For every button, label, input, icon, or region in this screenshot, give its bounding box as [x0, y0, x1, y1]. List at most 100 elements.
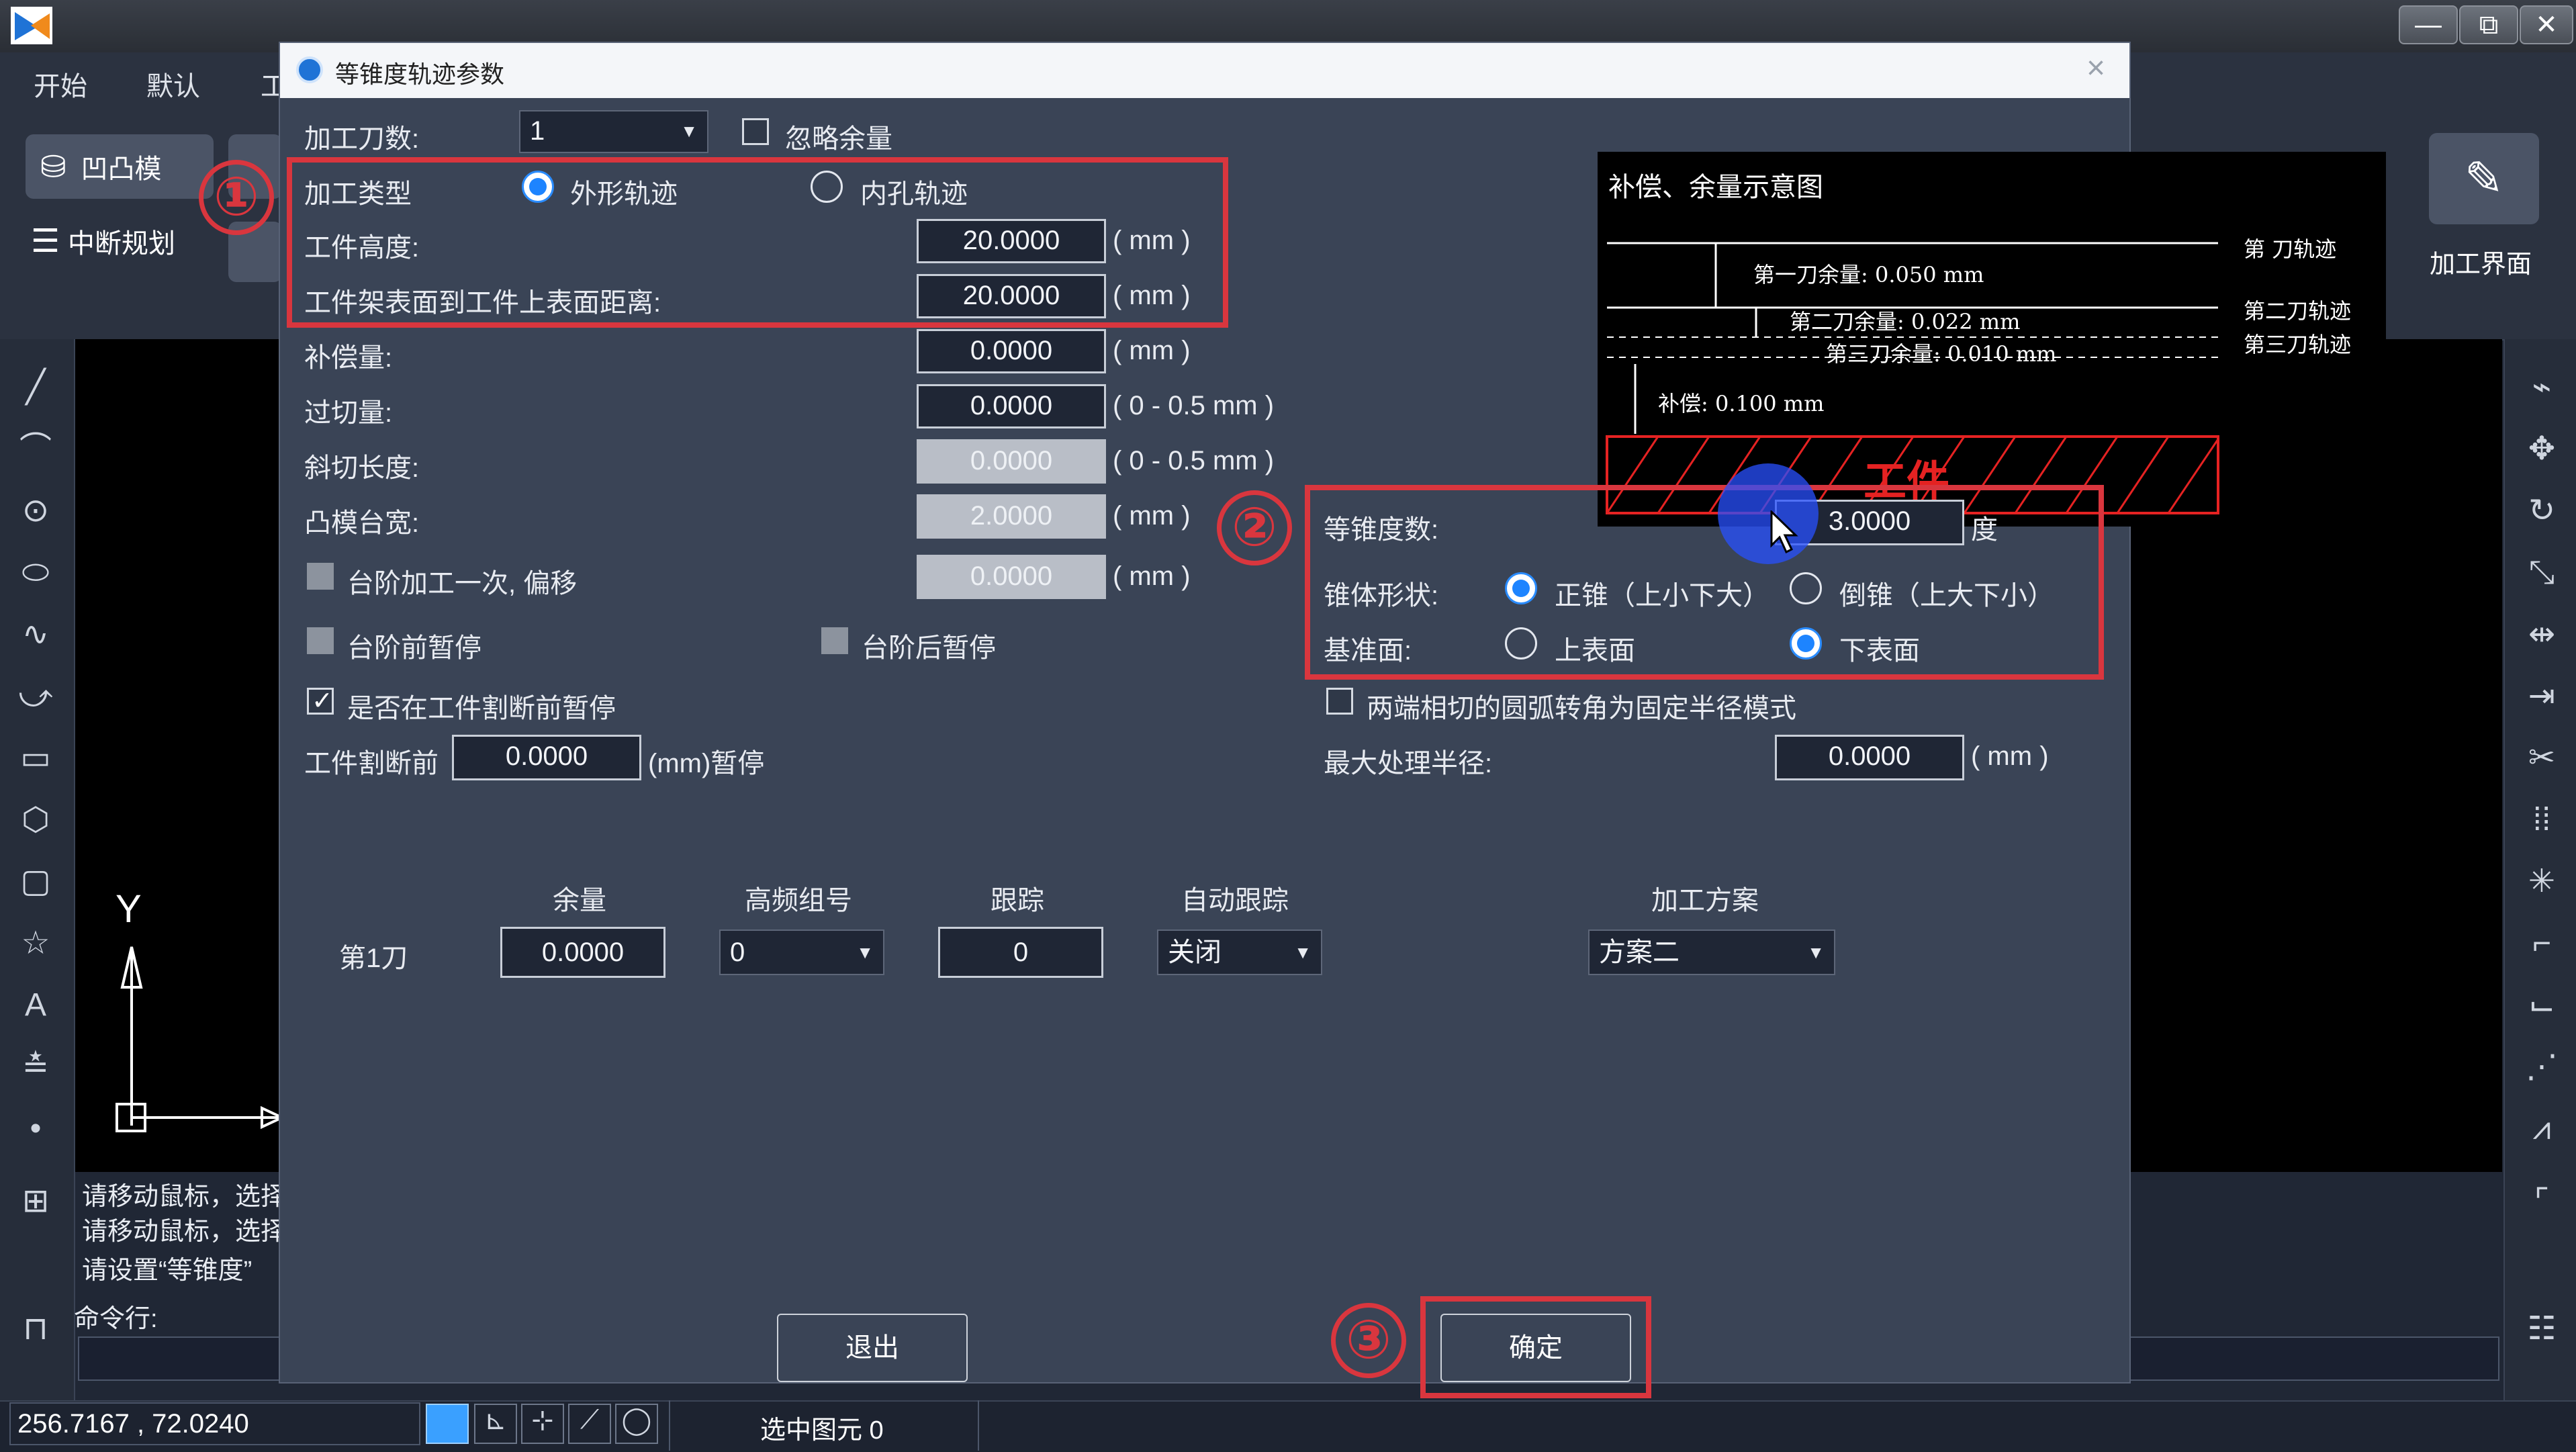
compensation-diagram: 补偿、余量示意图 第一刀余量: 0.050 mm 第二刀余量: 0.022 mm…	[1598, 152, 2386, 527]
compensation-input[interactable]: 0.0000	[917, 329, 1106, 373]
arc-mode-label: 两端相切的圆弧转角为固定半径模式	[1367, 694, 1796, 723]
dimension-icon[interactable]: ⊓	[16, 1310, 55, 1349]
text-tool-icon[interactable]: A	[16, 986, 55, 1025]
pause-after-step-checkbox[interactable]	[821, 627, 848, 654]
mouse-cursor-icon	[1770, 510, 1798, 553]
mirror-icon[interactable]: ⇹	[2522, 615, 2561, 654]
text-format-icon[interactable]: ≛	[16, 1048, 55, 1087]
cursor-highlight	[1718, 463, 1819, 564]
auto-tracking-select[interactable]: 关闭 ▼	[1157, 929, 1322, 975]
chamfer-icon[interactable]: ⌙	[2522, 986, 2561, 1025]
col-hf-group-header: 高频组号	[745, 886, 852, 915]
process-interface-button[interactable]: ✎	[2429, 133, 2539, 224]
pattern-icon[interactable]: ⩘	[2522, 1109, 2561, 1148]
console-line-2: 请移动鼠标，选择	[82, 1218, 287, 1246]
scheme-value: 方案二	[1599, 938, 1680, 967]
corner-icon[interactable]: ⌜	[2522, 1182, 2561, 1221]
list-edit-icon: ☰	[31, 224, 60, 259]
unit-mm: ( mm )	[1113, 561, 1191, 591]
minimize-icon[interactable]: —	[2399, 5, 2458, 44]
convex-mold-button[interactable]: ⛁ 凹凸模	[26, 134, 214, 199]
cylinder-icon: ⛁	[40, 149, 66, 184]
unit-mm: ( mm )	[1113, 501, 1191, 531]
status-divider	[669, 1400, 670, 1451]
menu-start[interactable]: 开始	[34, 64, 87, 103]
diagram-track3: 第三刀轨迹	[2244, 332, 2352, 357]
node-tool-icon[interactable]: ⌁	[2522, 368, 2561, 407]
hf-group-value: 0	[730, 938, 745, 967]
add-point-icon[interactable]: ⊞	[16, 1182, 55, 1221]
trim-icon[interactable]: ⋰	[2522, 1048, 2561, 1087]
explode-icon[interactable]: ✳	[2522, 862, 2561, 901]
unit-range: ( 0 - 0.5 mm )	[1113, 446, 1275, 475]
step-once-label: 台阶加工一次, 偏移	[347, 569, 578, 598]
object-snap-icon[interactable]: ◯	[615, 1404, 658, 1444]
highlight-box-3	[1420, 1296, 1651, 1398]
polyline-tool-icon[interactable]: ⤻	[16, 677, 55, 716]
grid-toggle-icon[interactable]: ⊹	[521, 1404, 564, 1444]
console-line-3: 请设置“等锥度”	[82, 1257, 252, 1285]
line-tool-icon[interactable]: ╱	[16, 368, 55, 407]
move-icon[interactable]: ✥	[2522, 430, 2561, 469]
max-radius-input[interactable]: 0.0000	[1775, 735, 1964, 780]
snap-toggle-icon[interactable]	[426, 1404, 469, 1444]
cut-count-value: 1	[530, 116, 545, 146]
slot-tool-icon[interactable]: ▢	[16, 862, 55, 901]
annotation-number-3: ③	[1331, 1303, 1406, 1378]
scale-icon[interactable]: ⤡	[2522, 553, 2561, 592]
menu-default[interactable]: 默认	[146, 64, 200, 103]
array-icon[interactable]: ⁞⁞	[2522, 801, 2561, 840]
rotate-icon[interactable]: ↻	[2522, 492, 2561, 531]
cut-count-label: 加工刀数:	[304, 124, 420, 154]
overcut-label: 过切量:	[304, 398, 393, 428]
step-offset-input[interactable]: 0.0000	[917, 555, 1106, 599]
allowance-input[interactable]: 0.0000	[500, 927, 665, 978]
restore-icon[interactable]: ⧉	[2459, 5, 2518, 44]
fillet-icon[interactable]: ⌐	[2522, 924, 2561, 963]
bevel-input[interactable]: 0.0000	[917, 439, 1106, 484]
offset-icon[interactable]: ⇥	[2522, 677, 2561, 716]
cut-count-select[interactable]: 1 ▼	[519, 110, 708, 153]
annotation-number-1: ①	[199, 160, 274, 235]
scissors-icon[interactable]: ✂	[2522, 739, 2561, 778]
pause-before-step-checkbox[interactable]	[307, 627, 334, 654]
col-allowance-header: 余量	[553, 886, 606, 915]
edit-list-icon[interactable]: ☷	[2522, 1310, 2561, 1349]
highlight-box-1	[287, 157, 1228, 328]
tracking-input[interactable]: 0	[938, 927, 1103, 978]
ortho-toggle-icon[interactable]: ⊾	[474, 1404, 517, 1444]
annotation-number-2: ②	[1217, 490, 1292, 565]
close-icon[interactable]: ✕	[2520, 5, 2573, 44]
dialog-close-icon[interactable]: ×	[2086, 50, 2105, 87]
pause-before-step-label: 台阶前暂停	[347, 633, 481, 663]
ellipse-tool-icon[interactable]: ⬭	[16, 553, 55, 592]
die-width-input[interactable]: 2.0000	[917, 494, 1106, 539]
cut-before-input[interactable]: 0.0000	[452, 735, 641, 780]
step-once-checkbox[interactable]	[307, 563, 334, 590]
exit-button[interactable]: 退出	[777, 1314, 968, 1382]
star-tool-icon[interactable]: ☆	[16, 924, 55, 963]
command-line-label: 命令行:	[74, 1305, 158, 1333]
scheme-select[interactable]: 方案二 ▼	[1588, 929, 1835, 975]
arc-tool-icon[interactable]: ⌒	[16, 430, 55, 469]
point-tool-icon[interactable]: •	[16, 1109, 55, 1148]
bevel-label: 斜切长度:	[304, 453, 420, 483]
pause-before-cut-checkbox[interactable]	[307, 686, 334, 716]
pause-after-step-label: 台阶后暂停	[862, 633, 996, 663]
circle-tool-icon[interactable]: ⊙	[16, 492, 55, 531]
diagram-track1: 第 刀轨迹	[2244, 236, 2337, 262]
col-tracking-header: 跟踪	[991, 886, 1044, 915]
spline-tool-icon[interactable]: ∿	[16, 615, 55, 654]
rectangle-tool-icon[interactable]: ▭	[16, 739, 55, 778]
console-line-1: 请移动鼠标，选择	[82, 1183, 287, 1211]
arc-mode-checkbox[interactable]	[1326, 688, 1353, 715]
hf-group-select[interactable]: 0 ▼	[719, 929, 884, 975]
overcut-input[interactable]: 0.0000	[917, 384, 1106, 428]
col-auto-tracking-header: 自动跟踪	[1181, 886, 1289, 915]
selected-count: 选中图元 0	[760, 1416, 884, 1445]
interrupt-plan-button[interactable]: ☰ 中断规划	[31, 222, 175, 261]
status-divider-2	[978, 1400, 979, 1451]
polar-toggle-icon[interactable]: ⟋	[568, 1404, 611, 1444]
polygon-tool-icon[interactable]: ⬡	[16, 801, 55, 840]
ignore-allowance-checkbox[interactable]	[742, 118, 769, 145]
